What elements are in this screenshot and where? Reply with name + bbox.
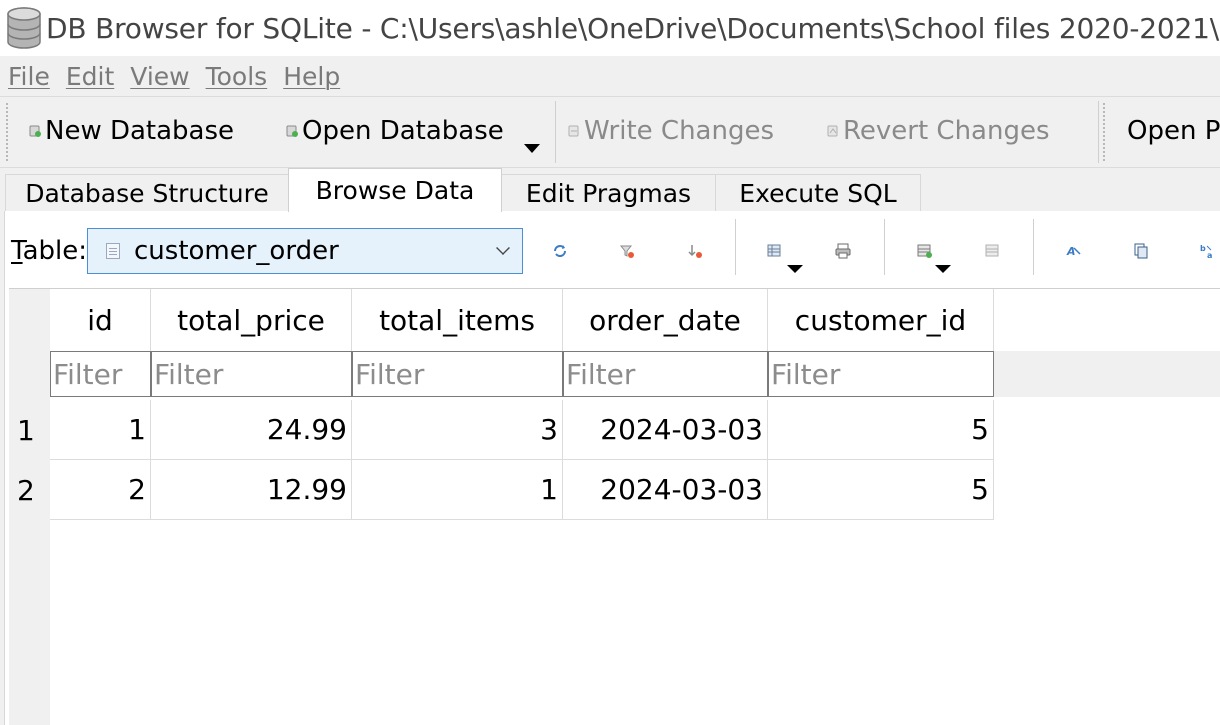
revert-changes-icon: [827, 125, 838, 137]
database-app-icon: [7, 7, 41, 49]
main-tab-bar: Database Structure Browse Data Edit Prag…: [0, 168, 1220, 212]
toolbar-separator: [884, 219, 885, 275]
filter-input[interactable]: Filter: [151, 351, 352, 397]
print-icon: [835, 243, 851, 259]
open-database-icon: [286, 125, 298, 137]
toolbar-separator: [1098, 101, 1099, 163]
open-database-button[interactable]: Open Database: [285, 111, 504, 151]
save-table-icon: [767, 244, 781, 257]
selected-table-value: customer_order: [134, 236, 339, 266]
open-database-dropdown-icon[interactable]: [524, 144, 540, 153]
menu-bar: File Edit View Tools Help: [0, 56, 1220, 96]
find-text-icon: A: [1066, 245, 1081, 258]
save-table-dropdown-icon[interactable]: [787, 265, 803, 273]
table-icon: [106, 243, 120, 259]
column-header[interactable]: customer_id: [768, 289, 994, 351]
svg-text:A: A: [1066, 245, 1076, 258]
column-header[interactable]: total_items: [352, 289, 563, 351]
svg-text:a: a: [1207, 251, 1212, 260]
tab-browse-data[interactable]: Browse Data: [288, 168, 502, 212]
refresh-button[interactable]: [549, 240, 571, 262]
toolbar-grip[interactable]: [1103, 103, 1107, 161]
row-number[interactable]: 2: [9, 460, 50, 520]
menu-help[interactable]: Help: [275, 62, 348, 91]
table-selector-row: Table: customer_order: [5, 226, 1220, 276]
find-text-button[interactable]: A: [1063, 240, 1085, 262]
replace-text-button[interactable]: ba: [1197, 240, 1219, 262]
table-cell[interactable]: 2024-03-03: [563, 400, 768, 460]
table-select[interactable]: customer_order: [87, 228, 523, 274]
menu-edit[interactable]: Edit: [58, 62, 122, 91]
open-database-label: Open Database: [302, 116, 504, 146]
clear-sorting-icon: [688, 245, 702, 258]
table-cell[interactable]: 1: [50, 400, 151, 460]
menu-file[interactable]: File: [0, 62, 58, 91]
window-title: DB Browser for SQLite - C:\Users\ashle\O…: [46, 11, 1220, 45]
table-cell[interactable]: 5: [768, 400, 994, 460]
copy-button[interactable]: [1130, 240, 1152, 262]
filter-input[interactable]: Filter: [50, 351, 151, 397]
svg-text:b: b: [1200, 244, 1206, 253]
copy-icon: [1134, 243, 1148, 259]
write-changes-icon: [568, 125, 579, 137]
new-database-label: New Database: [45, 116, 235, 146]
table-cell[interactable]: 2: [50, 460, 151, 520]
print-button[interactable]: [832, 240, 854, 262]
save-table-button[interactable]: [764, 240, 786, 262]
toolbar-separator: [735, 219, 736, 275]
filter-input[interactable]: Filter: [768, 351, 994, 397]
new-database-icon: [29, 125, 41, 137]
tab-execute-sql[interactable]: Execute SQL: [715, 174, 921, 212]
write-changes-button[interactable]: Write Changes: [567, 111, 774, 151]
browse-data-pane: Table: customer_order A ba id total_pric…: [4, 211, 1220, 725]
delete-record-button[interactable]: [982, 240, 1004, 262]
table-cell[interactable]: 2024-03-03: [563, 460, 768, 520]
table-cell[interactable]: 1: [352, 460, 563, 520]
insert-record-button[interactable]: [914, 240, 936, 262]
write-changes-label: Write Changes: [584, 116, 774, 146]
tab-edit-pragmas[interactable]: Edit Pragmas: [501, 174, 716, 212]
column-header[interactable]: order_date: [563, 289, 768, 351]
row-number[interactable]: 1: [9, 400, 50, 460]
revert-changes-label: Revert Changes: [843, 116, 1050, 146]
toolbar-separator: [1033, 219, 1034, 275]
main-toolbar: New Database Open Database Write Changes…: [0, 96, 1220, 168]
refresh-icon: [554, 245, 566, 257]
table-label: Table:: [11, 236, 87, 266]
filter-input[interactable]: Filter: [352, 351, 563, 397]
delete-record-icon: [985, 244, 999, 257]
table-cell[interactable]: 24.99: [151, 400, 352, 460]
toolbar-separator: [555, 101, 556, 163]
clear-filters-button[interactable]: [616, 240, 638, 262]
table-cell[interactable]: 3: [352, 400, 563, 460]
menu-view[interactable]: View: [122, 62, 197, 91]
revert-changes-button[interactable]: Revert Changes: [826, 111, 1050, 151]
insert-record-dropdown-icon[interactable]: [935, 265, 951, 273]
chevron-down-icon: [496, 241, 510, 255]
column-header[interactable]: total_price: [151, 289, 352, 351]
clear-filters-icon: [619, 245, 634, 258]
tab-database-structure[interactable]: Database Structure: [5, 174, 289, 212]
table-cell[interactable]: 5: [768, 460, 994, 520]
replace-text-icon: ba: [1200, 244, 1212, 260]
column-header[interactable]: id: [50, 289, 151, 351]
table-cell[interactable]: 12.99: [151, 460, 352, 520]
insert-record-icon: [917, 244, 932, 258]
open-project-button[interactable]: Open Project: [1124, 111, 1220, 151]
menu-tools[interactable]: Tools: [198, 62, 276, 91]
data-grid: id total_price total_items order_date cu…: [9, 288, 1220, 725]
open-project-label: Open Project: [1127, 116, 1220, 146]
clear-sorting-button[interactable]: [684, 240, 706, 262]
title-bar: DB Browser for SQLite - C:\Users\ashle\O…: [0, 0, 1220, 56]
toolbar-grip[interactable]: [6, 103, 10, 161]
new-database-button[interactable]: New Database: [28, 111, 234, 151]
filter-input[interactable]: Filter: [563, 351, 768, 397]
